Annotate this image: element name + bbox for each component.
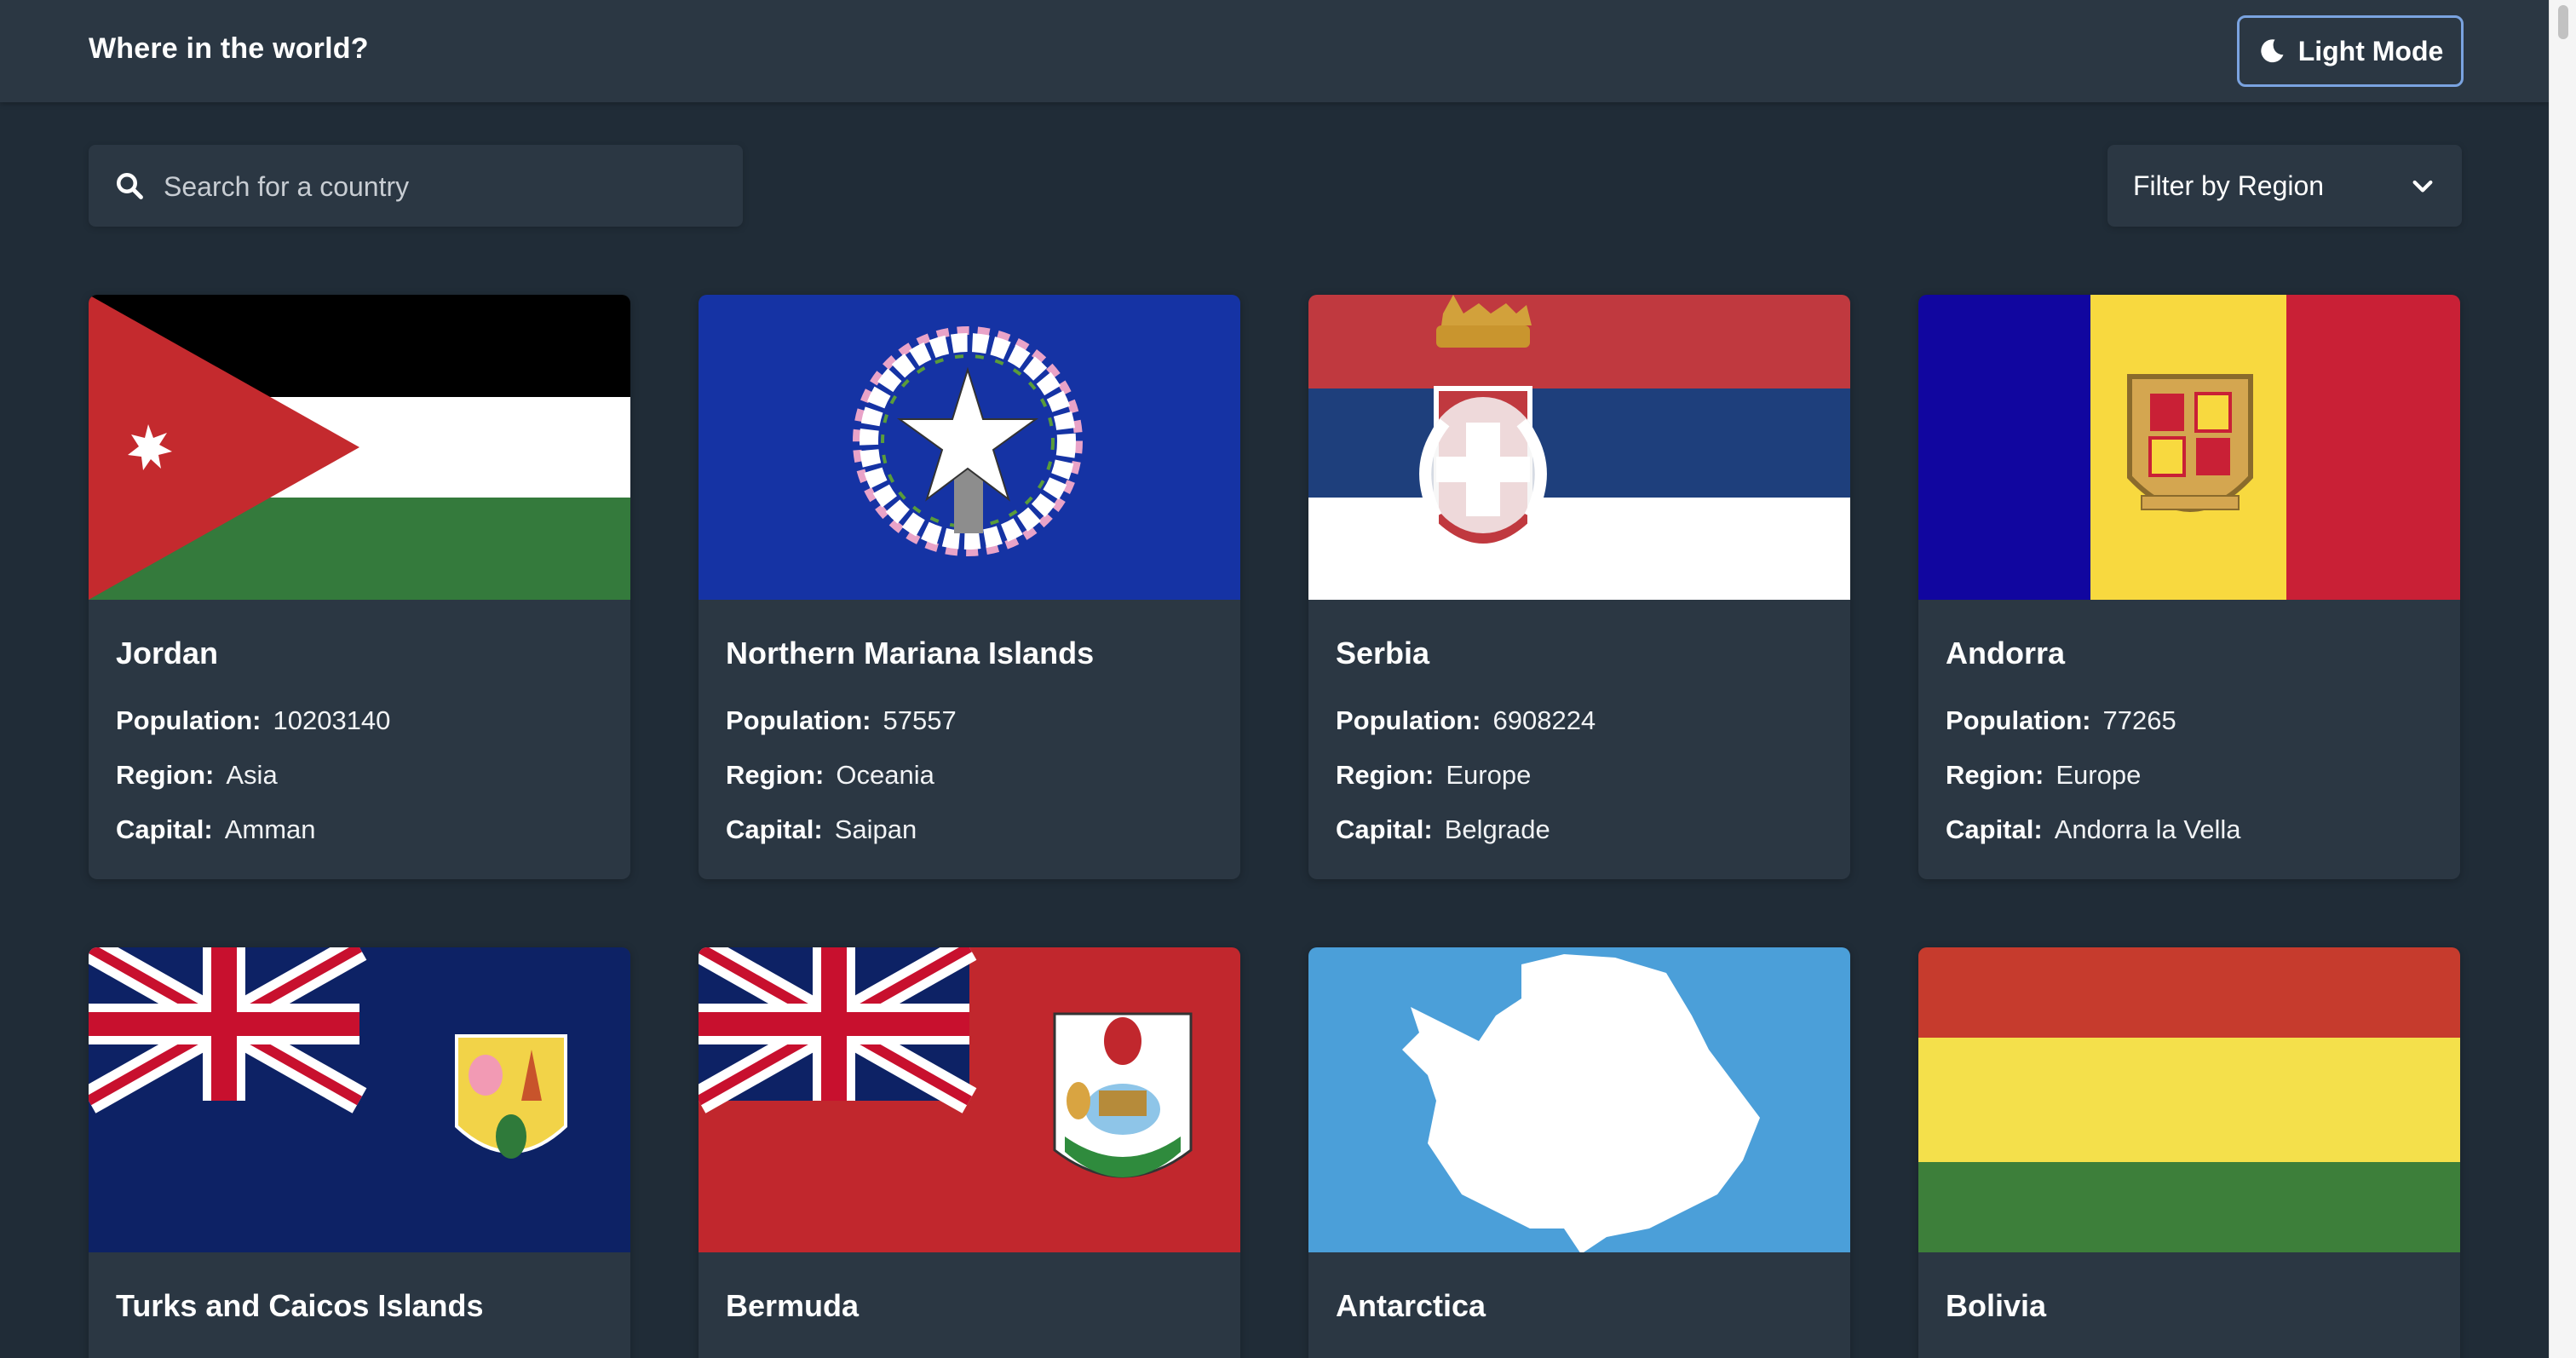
flag-image-turks-and-caicos-islands	[89, 947, 630, 1252]
region-row: Region: Europe	[1946, 760, 2141, 791]
region-row: Region: Asia	[116, 760, 278, 791]
country-name: Turks and Caicos Islands	[116, 1288, 484, 1323]
population-row: Population: 77265	[1946, 705, 2176, 736]
flag-image-bolivia	[1918, 947, 2460, 1252]
theme-toggle-label: Light Mode	[2297, 35, 2444, 66]
region-filter-dropdown[interactable]: Filter by Region	[2107, 145, 2462, 227]
population-value: 77265	[2102, 705, 2176, 735]
capital-row: Capital: Andorra la Vella	[1946, 814, 2241, 845]
app-title[interactable]: Where in the world?	[89, 32, 369, 66]
flag-image-andorra	[1918, 295, 2460, 600]
country-card-antarctica[interactable]: Antarctica	[1308, 947, 1850, 1358]
chevron-down-icon	[2412, 180, 2433, 193]
region-row: Region: Oceania	[726, 760, 934, 791]
region-filter-label: Filter by Region	[2133, 170, 2325, 201]
search-input[interactable]	[162, 145, 710, 228]
region-value: Europe	[2056, 760, 2142, 790]
country-name: Antarctica	[1336, 1288, 1486, 1323]
country-name: Northern Mariana Islands	[726, 636, 1095, 670]
app-header: Where in the world? Light Mode	[0, 0, 2549, 102]
capital-value: Belgrade	[1444, 814, 1550, 844]
moon-icon	[2261, 39, 2284, 63]
region-label: Region:	[116, 760, 215, 790]
capital-value: Andorra la Vella	[2054, 814, 2241, 844]
capital-label: Capital:	[1336, 814, 1433, 844]
flag-image-serbia	[1308, 295, 1850, 600]
population-value: 6908224	[1492, 705, 1596, 735]
population-row: Population: 10203140	[116, 705, 390, 736]
country-card-bolivia[interactable]: Bolivia	[1918, 947, 2460, 1358]
population-row: Population: 57557	[726, 705, 957, 736]
capital-label: Capital:	[726, 814, 823, 844]
capital-label: Capital:	[1946, 814, 2043, 844]
country-card-northern-mariana-islands[interactable]: Northern Mariana Islands Population: 5755…	[699, 295, 1240, 879]
region-value: Oceania	[836, 760, 934, 790]
country-card-bermuda[interactable]: Bermuda	[699, 947, 1240, 1358]
country-name: Bolivia	[1946, 1288, 2047, 1323]
population-value: 10203140	[273, 705, 391, 735]
region-value: Europe	[1446, 760, 1532, 790]
country-card-turks-and-caicos-islands[interactable]: Turks and Caicos Islands	[89, 947, 630, 1358]
capital-row: Capital: Belgrade	[1336, 814, 1550, 845]
country-name: Bermuda	[726, 1288, 860, 1323]
country-card-serbia[interactable]: Serbia Population: 6908224 Region: Europe …	[1308, 295, 1850, 879]
region-label: Region:	[726, 760, 825, 790]
region-value: Asia	[226, 760, 278, 790]
country-card-jordan[interactable]: Jordan Population: 10203140 Region: Asia C…	[89, 295, 630, 879]
population-label: Population:	[1946, 705, 2091, 735]
population-label: Population:	[116, 705, 262, 735]
capital-label: Capital:	[116, 814, 213, 844]
flag-image-bermuda	[699, 947, 1240, 1252]
scrollbar-thumb[interactable]	[2558, 5, 2568, 39]
flag-image-antarctica	[1308, 947, 1850, 1252]
theme-toggle-button[interactable]: Light Mode	[2237, 15, 2464, 87]
country-card-andorra[interactable]: Andorra Population: 77265 Region: Europe C…	[1918, 295, 2460, 879]
capital-row: Capital: Amman	[116, 814, 316, 845]
search-box[interactable]	[89, 145, 743, 228]
population-label: Population:	[1336, 705, 1481, 735]
page: Where in the world? Light Mode Filter by…	[0, 0, 2549, 1358]
country-name: Jordan	[116, 636, 219, 670]
flag-image-northern-mariana-islands	[699, 295, 1240, 600]
region-label: Region:	[1336, 760, 1435, 790]
country-name: Serbia	[1336, 636, 1430, 670]
region-label: Region:	[1946, 760, 2044, 790]
population-value: 57557	[883, 705, 957, 735]
capital-value: Amman	[224, 814, 316, 844]
capital-row: Capital: Saipan	[726, 814, 917, 845]
population-label: Population:	[726, 705, 871, 735]
vertical-scrollbar[interactable]	[2549, 0, 2576, 1358]
search-icon	[117, 173, 143, 199]
flag-image-jordan	[89, 295, 630, 600]
capital-value: Saipan	[834, 814, 917, 844]
population-row: Population: 6908224	[1336, 705, 1596, 736]
country-name: Andorra	[1946, 636, 2066, 670]
region-row: Region: Europe	[1336, 760, 1531, 791]
